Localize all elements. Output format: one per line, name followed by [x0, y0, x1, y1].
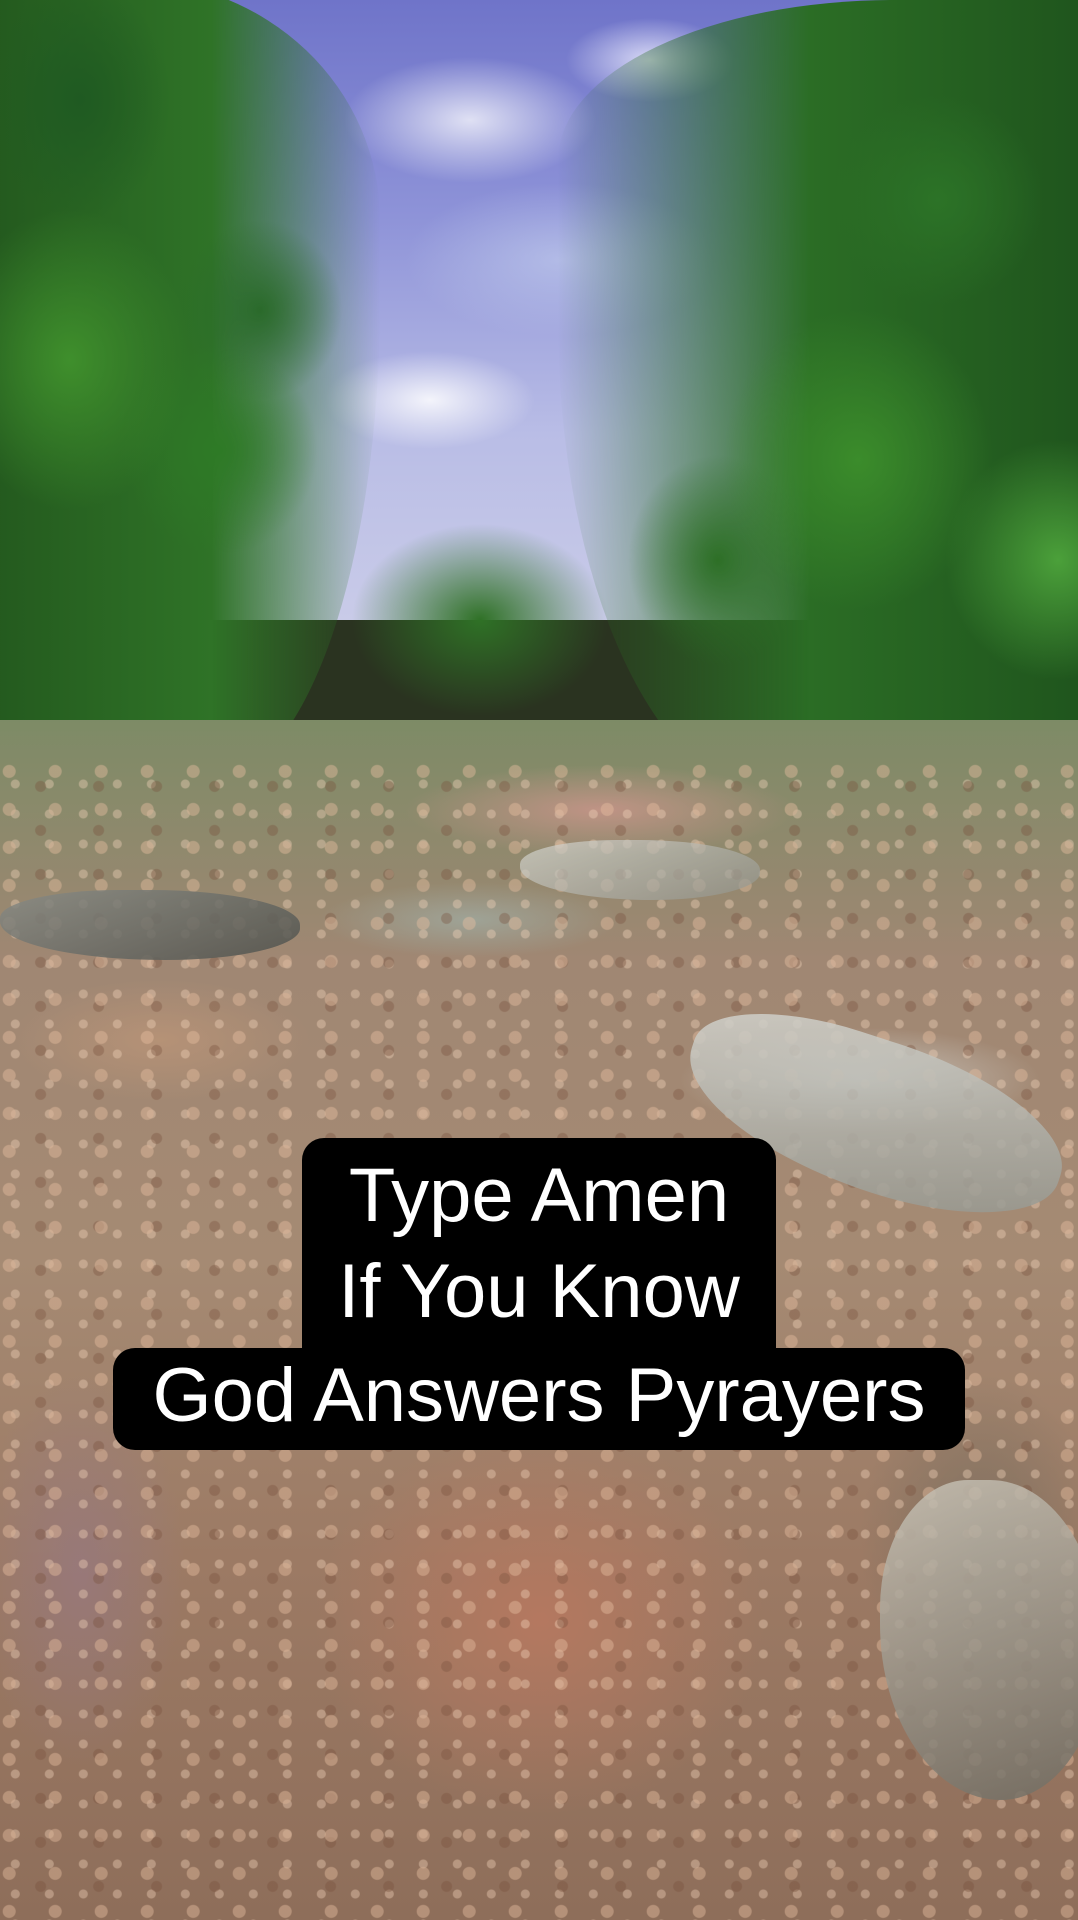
caption-bottom-block: God Answers Pyrayers	[112, 1348, 966, 1450]
video-frame[interactable]: Type Amen If You Know God Answers Pyraye…	[0, 0, 1078, 1920]
forest-distant	[330, 480, 630, 740]
caption-line-1: Type Amen	[348, 1153, 730, 1238]
caption-top-block: Type Amen If You Know	[302, 1138, 776, 1348]
caption-line-3: God Answers Pyrayers	[152, 1353, 926, 1438]
video-caption: Type Amen If You Know God Answers Pyraye…	[0, 1138, 1078, 1450]
forest-left	[0, 0, 380, 780]
caption-line-2: If You Know	[338, 1249, 740, 1334]
forest-right	[558, 0, 1078, 800]
